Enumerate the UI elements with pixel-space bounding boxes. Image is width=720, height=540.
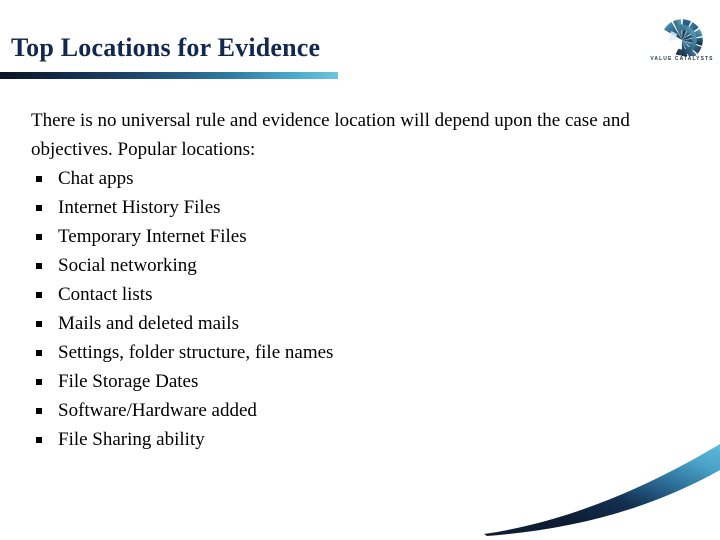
list-item: Chat apps xyxy=(31,164,691,193)
page-title: Top Locations for Evidence xyxy=(11,33,321,62)
list-item: Settings, folder structure, file names xyxy=(31,338,691,367)
list-item: File Sharing ability xyxy=(31,425,691,454)
logo-wordmark: VALUE CATALYSTS xyxy=(650,56,714,62)
square-bullet-icon xyxy=(36,350,42,356)
square-bullet-icon xyxy=(36,321,42,327)
evidence-locations-list: Chat apps Internet History Files Temporary… xyxy=(31,164,691,454)
segmented-ring-logo-icon xyxy=(664,19,703,56)
square-bullet-icon xyxy=(36,234,42,240)
list-item: Temporary Internet Files xyxy=(31,222,691,251)
intro-paragraph: There is no universal rule and evidence … xyxy=(31,110,630,160)
list-item: Internet History Files xyxy=(31,193,691,222)
square-bullet-icon xyxy=(36,263,42,269)
square-bullet-icon xyxy=(36,408,42,414)
square-bullet-icon xyxy=(36,437,42,443)
list-item: Mails and deleted mails xyxy=(31,309,691,338)
list-item-label: Chat apps xyxy=(58,168,134,189)
title-underline-bar xyxy=(0,72,338,79)
list-item: File Storage Dates xyxy=(31,367,691,396)
list-item-label: Internet History Files xyxy=(58,197,221,218)
brand-logo: VALUE CATALYSTS xyxy=(648,18,716,74)
list-item: Software/Hardware added xyxy=(31,396,691,425)
list-item-label: File Sharing ability xyxy=(58,429,205,450)
list-item: Contact lists xyxy=(31,280,691,309)
list-item-label: Mails and deleted mails xyxy=(58,313,239,334)
list-item-label: File Storage Dates xyxy=(58,371,199,392)
list-item: Social networking xyxy=(31,251,691,280)
square-bullet-icon xyxy=(36,379,42,385)
list-item-label: Contact lists xyxy=(58,284,153,305)
list-item-label: Settings, folder structure, file names xyxy=(58,342,334,363)
square-bullet-icon xyxy=(36,205,42,211)
list-item-label: Social networking xyxy=(58,255,197,276)
square-bullet-icon xyxy=(36,176,42,182)
list-item-label: Temporary Internet Files xyxy=(58,226,247,247)
square-bullet-icon xyxy=(36,292,42,298)
title-block: Top Locations for Evidence xyxy=(0,32,520,64)
slide-body: There is no universal rule and evidence … xyxy=(31,106,691,454)
slide-canvas: Top Locations for Evidence VALUE CATALYS… xyxy=(0,0,720,540)
list-item-label: Software/Hardware added xyxy=(58,400,257,421)
